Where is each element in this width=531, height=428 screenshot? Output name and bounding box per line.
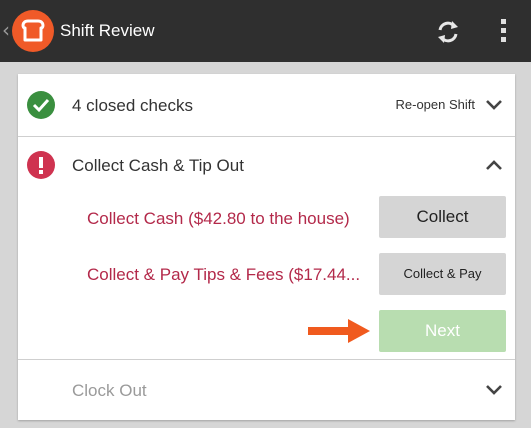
toast-logo-icon[interactable] bbox=[12, 10, 54, 52]
more-vert-icon[interactable] bbox=[494, 15, 514, 47]
shift-review-panel: 4 closed checks Re-open Shift Collect Ca… bbox=[18, 74, 515, 420]
chevron-down-icon[interactable] bbox=[485, 384, 503, 396]
chevron-down-icon[interactable] bbox=[485, 99, 503, 111]
refresh-icon[interactable] bbox=[433, 17, 463, 47]
chevron-left-icon[interactable]: ‹ bbox=[2, 18, 10, 42]
collect-pay-button[interactable]: Collect & Pay bbox=[379, 253, 506, 295]
clock-out-section[interactable]: Clock Out bbox=[18, 360, 515, 420]
arrow-right-icon bbox=[308, 319, 370, 343]
collect-cash-label: Collect Cash ($42.80 to the house) bbox=[87, 209, 350, 228]
next-button[interactable]: Next bbox=[379, 310, 506, 352]
collect-cash-section: Collect Cash & Tip Out Collect Cash ($42… bbox=[18, 137, 515, 360]
check-circle-icon bbox=[27, 91, 55, 119]
closed-checks-label: 4 closed checks bbox=[72, 96, 193, 115]
app-bar: ‹ Shift Review bbox=[0, 0, 531, 62]
closed-checks-section[interactable]: 4 closed checks Re-open Shift bbox=[18, 74, 515, 137]
collect-button[interactable]: Collect bbox=[379, 196, 506, 238]
collect-cash-header[interactable]: Collect Cash & Tip Out bbox=[72, 155, 244, 177]
collect-pay-tips-label: Collect & Pay Tips & Fees ($17.44... bbox=[87, 265, 361, 284]
chevron-up-icon[interactable] bbox=[485, 159, 503, 171]
clock-out-label: Clock Out bbox=[72, 381, 147, 400]
reopen-shift-link[interactable]: Re-open Shift bbox=[396, 97, 476, 113]
alert-circle-icon bbox=[27, 151, 55, 179]
app-title: Shift Review bbox=[60, 21, 155, 40]
